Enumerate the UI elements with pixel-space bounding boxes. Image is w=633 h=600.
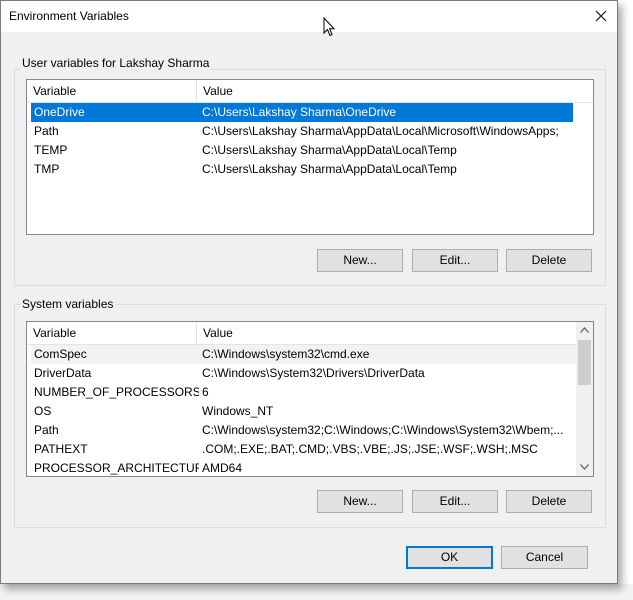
- mouse-pointer-icon: [323, 17, 335, 37]
- variable-value-cell: C:\Users\Lakshay Sharma\AppData\Local\Te…: [202, 143, 457, 157]
- table-row[interactable]: Path C:\Windows\system32;C:\Windows;C:\Wi…: [31, 421, 576, 440]
- system-delete-button[interactable]: Delete: [506, 490, 592, 513]
- variable-name-cell: Path: [34, 124, 59, 138]
- system-new-button[interactable]: New...: [317, 490, 403, 513]
- user-edit-button[interactable]: Edit...: [412, 249, 498, 272]
- variable-name-cell: TMP: [34, 162, 60, 176]
- table-row[interactable]: Path C:\Users\Lakshay Sharma\AppData\Loca…: [31, 122, 573, 141]
- table-row[interactable]: TMP C:\Users\Lakshay Sharma\AppData\Local…: [31, 160, 573, 179]
- table-row[interactable]: ComSpec C:\Windows\system32\cmd.exe: [31, 345, 576, 364]
- list-header: Variable Value: [27, 322, 593, 345]
- system-edit-button[interactable]: Edit...: [412, 490, 498, 513]
- list-header: Variable Value: [27, 80, 593, 103]
- user-new-button[interactable]: New...: [317, 249, 403, 272]
- title-bar: Environment Variables: [1, 1, 617, 32]
- variable-name-cell: PROCESSOR_ARCHITECTURE: [34, 461, 199, 475]
- variable-value-cell: C:\Windows\system32\cmd.exe: [202, 347, 370, 361]
- scroll-down-button[interactable]: [576, 459, 593, 476]
- window-title: Environment Variables: [9, 9, 129, 23]
- variable-name-cell: Path: [34, 423, 59, 437]
- close-icon: [595, 10, 607, 22]
- variable-value-cell: C:\Users\Lakshay Sharma\AppData\Local\Te…: [202, 162, 457, 176]
- variable-name-cell: ComSpec: [34, 347, 87, 361]
- user-delete-button[interactable]: Delete: [506, 249, 592, 272]
- user-variables-label: User variables for Lakshay Sharma: [20, 56, 212, 70]
- variable-value-cell: C:\Users\Lakshay Sharma\OneDrive: [202, 105, 397, 119]
- vertical-scrollbar[interactable]: [576, 322, 593, 476]
- variable-name-cell: OneDrive: [34, 105, 85, 119]
- chevron-down-icon: [580, 464, 589, 470]
- variable-value-cell: C:\Users\Lakshay Sharma\AppData\Local\Mi…: [202, 124, 559, 138]
- column-header-value[interactable]: Value: [197, 322, 233, 344]
- table-row[interactable]: PROCESSOR_ARCHITECTURE AMD64: [31, 459, 576, 476]
- table-row[interactable]: TEMP C:\Users\Lakshay Sharma\AppData\Loca…: [31, 141, 573, 160]
- background-window: [0, 584, 633, 600]
- table-row[interactable]: PATHEXT .COM;.EXE;.BAT;.CMD;.VBS;.VBE;.JS…: [31, 440, 576, 459]
- column-header-value[interactable]: Value: [197, 80, 233, 102]
- variable-name-cell: TEMP: [34, 143, 68, 157]
- table-row[interactable]: NUMBER_OF_PROCESSORS 6: [31, 383, 576, 402]
- close-button[interactable]: [585, 4, 617, 30]
- table-row[interactable]: OS Windows_NT: [31, 402, 576, 421]
- environment-variables-dialog: Environment Variables User variables for…: [0, 0, 618, 584]
- scroll-thumb[interactable]: [578, 340, 591, 385]
- variable-name-cell: DriverData: [34, 366, 92, 380]
- variable-value-cell: 6: [202, 385, 209, 399]
- table-row[interactable]: OneDrive C:\Users\Lakshay Sharma\OneDrive: [31, 103, 573, 122]
- cancel-button[interactable]: Cancel: [501, 546, 588, 569]
- user-variables-list[interactable]: Variable Value OneDrive C:\Users\Lakshay …: [26, 79, 594, 235]
- system-variables-label: System variables: [20, 297, 116, 311]
- ok-button[interactable]: OK: [406, 546, 493, 569]
- column-header-variable[interactable]: Variable: [27, 80, 197, 102]
- system-variables-list[interactable]: Variable Value ComSpec C:\Windows\system3…: [26, 321, 594, 477]
- variable-name-cell: PATHEXT: [34, 442, 88, 456]
- variable-value-cell: C:\Windows\system32;C:\Windows;C:\Window…: [202, 423, 564, 437]
- variable-name-cell: OS: [34, 404, 52, 418]
- variable-name-cell: NUMBER_OF_PROCESSORS: [34, 385, 199, 399]
- scroll-up-button[interactable]: [576, 322, 593, 339]
- variable-value-cell: C:\Windows\System32\Drivers\DriverData: [202, 366, 425, 380]
- variable-value-cell: AMD64: [202, 461, 243, 475]
- table-row[interactable]: DriverData C:\Windows\System32\Drivers\Dr…: [31, 364, 576, 383]
- variable-value-cell: Windows_NT: [202, 404, 274, 418]
- column-header-variable[interactable]: Variable: [27, 322, 197, 344]
- chevron-up-icon: [580, 327, 589, 333]
- variable-value-cell: .COM;.EXE;.BAT;.CMD;.VBS;.VBE;.JS;.JSE;.…: [202, 442, 538, 456]
